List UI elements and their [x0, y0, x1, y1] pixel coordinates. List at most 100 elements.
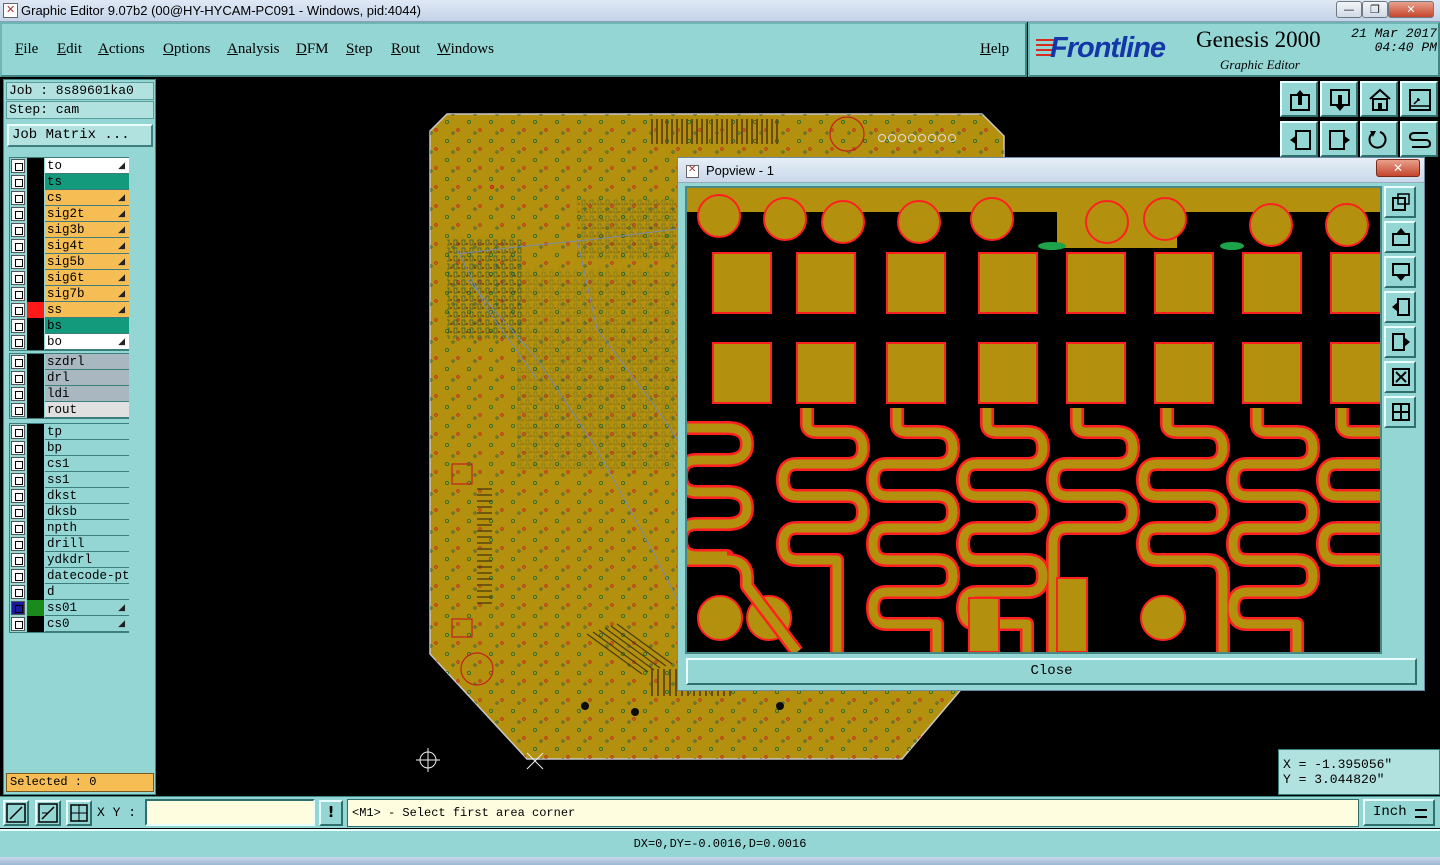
- popview-close-button[interactable]: Close: [686, 658, 1417, 685]
- layer-name[interactable]: tp: [45, 424, 129, 440]
- layer-checkbox[interactable]: [11, 239, 25, 253]
- layer-checkbox[interactable]: [11, 521, 25, 535]
- layer-name[interactable]: sig3b: [45, 222, 129, 238]
- layer-checkbox[interactable]: [11, 387, 25, 401]
- layer-checkbox[interactable]: [11, 553, 25, 567]
- popview-zoom-window-button[interactable]: [1384, 186, 1416, 218]
- layer-row-sig4t[interactable]: sig4t ◢: [10, 238, 129, 254]
- layer-display-marker[interactable]: [27, 334, 44, 350]
- layer-display-marker[interactable]: [27, 254, 44, 270]
- layer-display-marker[interactable]: [27, 318, 44, 334]
- layer-checkbox[interactable]: [11, 425, 25, 439]
- layer-name[interactable]: npth: [45, 520, 129, 536]
- layer-name[interactable]: cs: [45, 190, 129, 206]
- layer-name[interactable]: ss01: [45, 600, 129, 616]
- layer-display-marker[interactable]: [27, 238, 44, 254]
- layer-checkbox[interactable]: [11, 601, 25, 615]
- layer-checkbox[interactable]: [11, 371, 25, 385]
- layer-checkbox[interactable]: [11, 191, 25, 205]
- layer-display-marker[interactable]: [27, 552, 44, 568]
- execute-button[interactable]: !: [319, 800, 343, 826]
- layer-row-sig3b[interactable]: sig3b ◢: [10, 222, 129, 238]
- menu-step[interactable]: Step: [346, 41, 373, 58]
- layer-name[interactable]: ldi: [45, 386, 129, 402]
- xy-input[interactable]: [145, 799, 315, 826]
- layer-display-marker[interactable]: [27, 206, 44, 222]
- popview-pan-up-button[interactable]: [1384, 221, 1416, 253]
- layer-name[interactable]: cs0: [45, 616, 129, 632]
- layer-name[interactable]: sig6t: [45, 270, 129, 286]
- layer-row-drl[interactable]: drl: [10, 370, 129, 386]
- layer-checkbox[interactable]: [11, 505, 25, 519]
- snap-tool-button[interactable]: [35, 800, 61, 826]
- job-matrix-button[interactable]: Job Matrix ...: [7, 124, 153, 147]
- units-select[interactable]: Inch: [1363, 799, 1435, 826]
- popview-close-x-button[interactable]: ✕: [1376, 159, 1420, 177]
- popview-title-bar[interactable]: Popview - 1 ✕: [678, 158, 1424, 183]
- layer-name[interactable]: ydkdrl: [45, 552, 129, 568]
- layer-row-ldi[interactable]: ldi: [10, 386, 129, 402]
- pan-right-button[interactable]: [1320, 121, 1358, 157]
- layer-name[interactable]: datecode-ptc: [45, 568, 129, 584]
- layer-display-marker[interactable]: [27, 472, 44, 488]
- zoomed-pcb-view[interactable]: [687, 188, 1380, 652]
- layer-checkbox[interactable]: [11, 457, 25, 471]
- layer-display-marker[interactable]: [27, 158, 44, 174]
- menu-actions[interactable]: Actions: [98, 41, 145, 58]
- layer-display-marker[interactable]: [27, 600, 44, 616]
- layer-checkbox[interactable]: [11, 335, 25, 349]
- popview-canvas[interactable]: [685, 186, 1382, 654]
- layer-name[interactable]: d: [45, 584, 129, 600]
- layer-name[interactable]: bs: [45, 318, 129, 334]
- layer-display-marker[interactable]: [27, 440, 44, 456]
- menu-file[interactable]: File: [15, 41, 38, 58]
- popview-zoom-in-button[interactable]: [1384, 361, 1416, 393]
- measure-tool-button[interactable]: [3, 800, 29, 826]
- layer-name[interactable]: szdrl: [45, 354, 129, 370]
- layer-row-sig5b[interactable]: sig5b ◢: [10, 254, 129, 270]
- layer-name[interactable]: dkst: [45, 488, 129, 504]
- layer-row-ydkdrl[interactable]: ydkdrl: [10, 552, 129, 568]
- layer-display-marker[interactable]: [27, 424, 44, 440]
- layer-row-szdrl[interactable]: szdrl: [10, 354, 129, 370]
- layer-row-ts[interactable]: ts: [10, 174, 129, 190]
- layer-checkbox[interactable]: [11, 175, 25, 189]
- maximize-button[interactable]: ❐: [1362, 1, 1388, 18]
- menu-help[interactable]: Help: [980, 41, 1009, 58]
- layer-display-marker[interactable]: [27, 616, 44, 632]
- layer-row-d[interactable]: d: [10, 584, 129, 600]
- layer-checkbox[interactable]: [11, 569, 25, 583]
- home-view-button[interactable]: [1360, 81, 1398, 117]
- minimize-button[interactable]: —: [1336, 1, 1362, 18]
- layer-row-datecode-ptc[interactable]: datecode-ptc: [10, 568, 129, 584]
- layer-checkbox[interactable]: [11, 441, 25, 455]
- layer-row-cs[interactable]: cs ◢: [10, 190, 129, 206]
- layer-name[interactable]: dksb: [45, 504, 129, 520]
- layer-row-npth[interactable]: npth: [10, 520, 129, 536]
- layer-name[interactable]: bp: [45, 440, 129, 456]
- popview-zoom-out-button[interactable]: [1384, 396, 1416, 428]
- layer-row-bp[interactable]: bp: [10, 440, 129, 456]
- layer-display-marker[interactable]: [27, 370, 44, 386]
- move-up-layer-button[interactable]: [1280, 81, 1318, 117]
- snap-button[interactable]: [1400, 121, 1438, 157]
- layer-checkbox[interactable]: [11, 537, 25, 551]
- layer-checkbox[interactable]: [11, 207, 25, 221]
- menu-dfm[interactable]: DFM: [296, 41, 329, 58]
- layer-display-marker[interactable]: [27, 456, 44, 472]
- layer-display-marker[interactable]: [27, 174, 44, 190]
- layer-display-marker[interactable]: [27, 504, 44, 520]
- layer-name[interactable]: drill: [45, 536, 129, 552]
- layer-name[interactable]: sig5b: [45, 254, 129, 270]
- layer-checkbox[interactable]: [11, 287, 25, 301]
- menu-edit[interactable]: Edit: [57, 41, 82, 58]
- close-window-button[interactable]: ✕: [1388, 1, 1434, 18]
- layer-name[interactable]: cs1: [45, 456, 129, 472]
- popview-pan-down-button[interactable]: [1384, 256, 1416, 288]
- layer-checkbox[interactable]: [11, 303, 25, 317]
- layer-display-marker[interactable]: [27, 302, 44, 318]
- layer-checkbox[interactable]: [11, 255, 25, 269]
- layer-name[interactable]: sig4t: [45, 238, 129, 254]
- fit-view-button[interactable]: [1400, 81, 1438, 117]
- layer-row-dkst[interactable]: dkst: [10, 488, 129, 504]
